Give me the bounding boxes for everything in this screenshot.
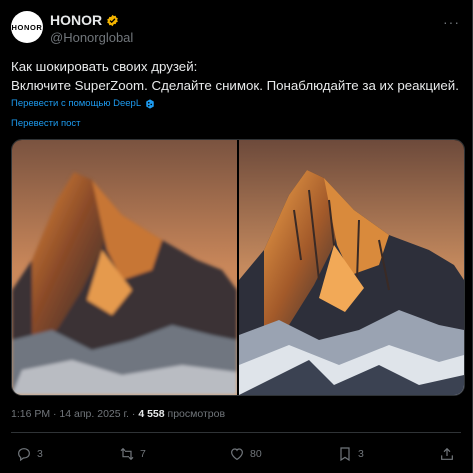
post-text-line-2: Включите SuperZoom. Сделайте снимок. Пон… — [11, 78, 459, 93]
action-bar: 3 7 80 3 — [11, 446, 461, 468]
repost-button[interactable]: 7 — [119, 446, 146, 462]
post-text: Как шокировать своих друзей: Включите Su… — [11, 57, 466, 95]
bookmark-count: 3 — [358, 448, 364, 460]
like-button[interactable]: 80 — [229, 446, 262, 462]
reply-button[interactable]: 3 — [16, 446, 43, 462]
post-meta: 1:16 PM · 14 апр. 2025 г. · 4 558 просмо… — [11, 408, 225, 420]
bookmark-icon — [340, 447, 350, 462]
share-icon — [441, 447, 453, 460]
more-options-icon[interactable]: ··· — [443, 14, 460, 30]
author-handle[interactable]: @Honorglobal — [50, 30, 133, 45]
like-count: 80 — [250, 448, 262, 460]
reply-count: 3 — [37, 448, 43, 460]
views-label: просмотров — [167, 408, 226, 420]
heart-icon — [231, 448, 243, 461]
avatar-logo-text: HONOR — [11, 22, 43, 32]
verified-badge-icon — [107, 14, 118, 26]
share-button[interactable] — [439, 446, 455, 462]
post: HONOR HONOR @Honorglobal ··· Как шокиров… — [0, 0, 473, 473]
repost-icon — [120, 447, 134, 461]
deepl-icon — [146, 98, 154, 109]
views-count: 4 558 — [138, 408, 165, 420]
post-text-line-1: Как шокировать своих друзей: — [11, 59, 198, 74]
bookmark-button[interactable]: 3 — [337, 446, 364, 462]
author-name[interactable]: HONOR — [50, 12, 102, 28]
deepl-translate-label[interactable]: Перевести с помощью DeepL — [11, 98, 141, 109]
avatar[interactable]: HONOR — [11, 11, 43, 43]
repost-count: 7 — [140, 448, 146, 460]
author-name-row[interactable]: HONOR — [50, 12, 119, 28]
media-image-right[interactable] — [239, 140, 464, 395]
mountain-photo-blurry — [12, 140, 237, 395]
deepl-translate-link[interactable]: Перевести с помощью DeepL — [11, 98, 155, 109]
post-media[interactable] — [11, 139, 465, 396]
translate-post-link[interactable]: Перевести пост — [11, 118, 80, 129]
reply-icon — [18, 448, 30, 462]
media-image-left[interactable] — [12, 140, 237, 395]
post-timestamp[interactable]: 1:16 PM · 14 апр. 2025 г. · — [11, 408, 138, 420]
mountain-photo-sharp — [239, 140, 464, 395]
divider — [11, 432, 461, 433]
